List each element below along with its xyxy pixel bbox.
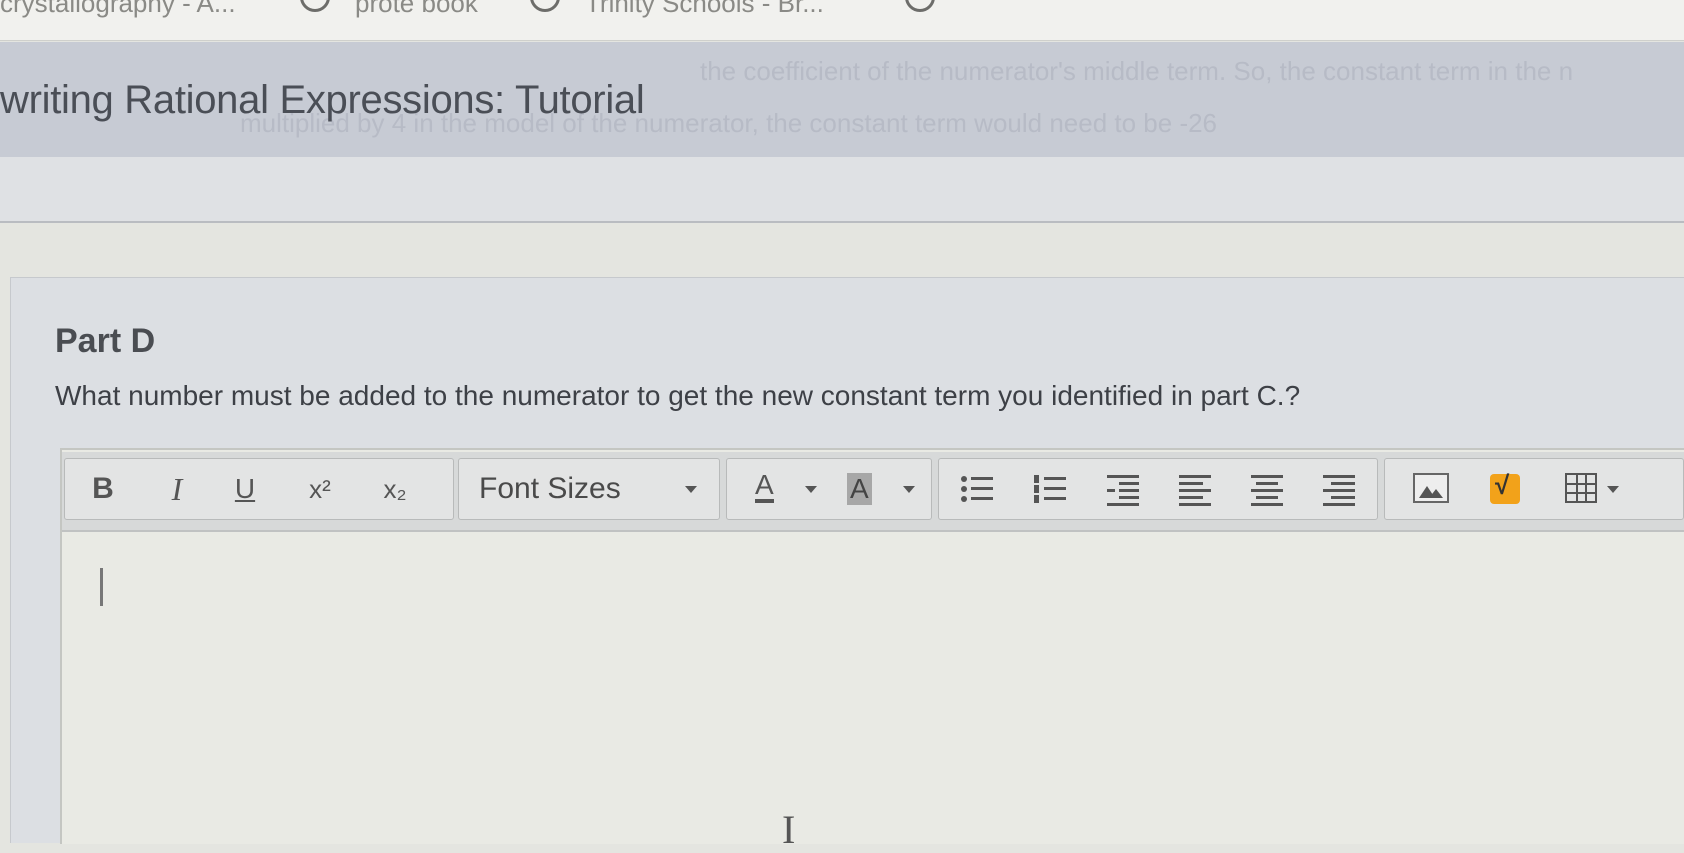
text-color-button[interactable]: A (755, 471, 774, 503)
chevron-down-icon[interactable] (903, 486, 915, 493)
globe-icon (300, 0, 330, 12)
bookmark-trinity-schools[interactable]: Trinity Schools - Br... (585, 0, 824, 19)
insert-group (1384, 458, 1684, 520)
chevron-down-icon (685, 486, 697, 493)
indent-icon[interactable] (1107, 473, 1141, 506)
align-center-icon[interactable] (1251, 473, 1285, 506)
text-color-icon: A (755, 471, 774, 503)
bookmark-bar: crystallography - A... prote book Trinit… (0, 0, 1684, 41)
bookmark-prote-book[interactable]: prote book (355, 0, 478, 19)
page-title: writing Rational Expressions: Tutorial (0, 78, 645, 122)
italic-button[interactable]: I (157, 459, 197, 519)
part-title: Part D (55, 322, 156, 360)
faint-text-line: the coefficient of the numerator's middl… (700, 56, 1574, 86)
background-color-button[interactable]: A (847, 473, 872, 505)
insert-table-icon[interactable] (1565, 473, 1597, 503)
numbered-list-icon[interactable] (1034, 473, 1068, 505)
mouse-ibeam-cursor: I (782, 807, 796, 852)
text-caret (100, 568, 103, 606)
paragraph-group (938, 458, 1378, 520)
bullet-list-icon[interactable] (961, 473, 995, 505)
superscript-button[interactable]: x² (295, 459, 345, 519)
background-color-icon: A (847, 473, 872, 505)
font-sizes-label: Font Sizes (479, 472, 621, 505)
chevron-down-icon[interactable] (1607, 486, 1619, 493)
globe-icon (530, 0, 560, 12)
insert-image-icon[interactable] (1413, 473, 1449, 503)
font-sizes-dropdown[interactable]: Font Sizes (458, 458, 720, 520)
format-group: B I U x² x₂ (64, 458, 454, 520)
chevron-down-icon[interactable] (805, 486, 817, 493)
underline-button[interactable]: U (225, 459, 265, 519)
globe-icon (905, 0, 935, 12)
bold-button[interactable]: B (83, 459, 123, 519)
math-equation-icon[interactable] (1490, 470, 1520, 504)
color-group: A A (726, 458, 932, 520)
header-subpanel (0, 157, 1684, 223)
editor-toolbar: B I U x² x₂ Font Sizes A A (62, 452, 1684, 532)
align-right-icon[interactable] (1323, 473, 1357, 506)
align-left-icon[interactable] (1179, 473, 1213, 506)
question-text: What number must be added to the numerat… (55, 380, 1301, 411)
bookmark-crystallography[interactable]: crystallography - A... (0, 0, 236, 19)
subscript-button[interactable]: x₂ (370, 459, 420, 519)
